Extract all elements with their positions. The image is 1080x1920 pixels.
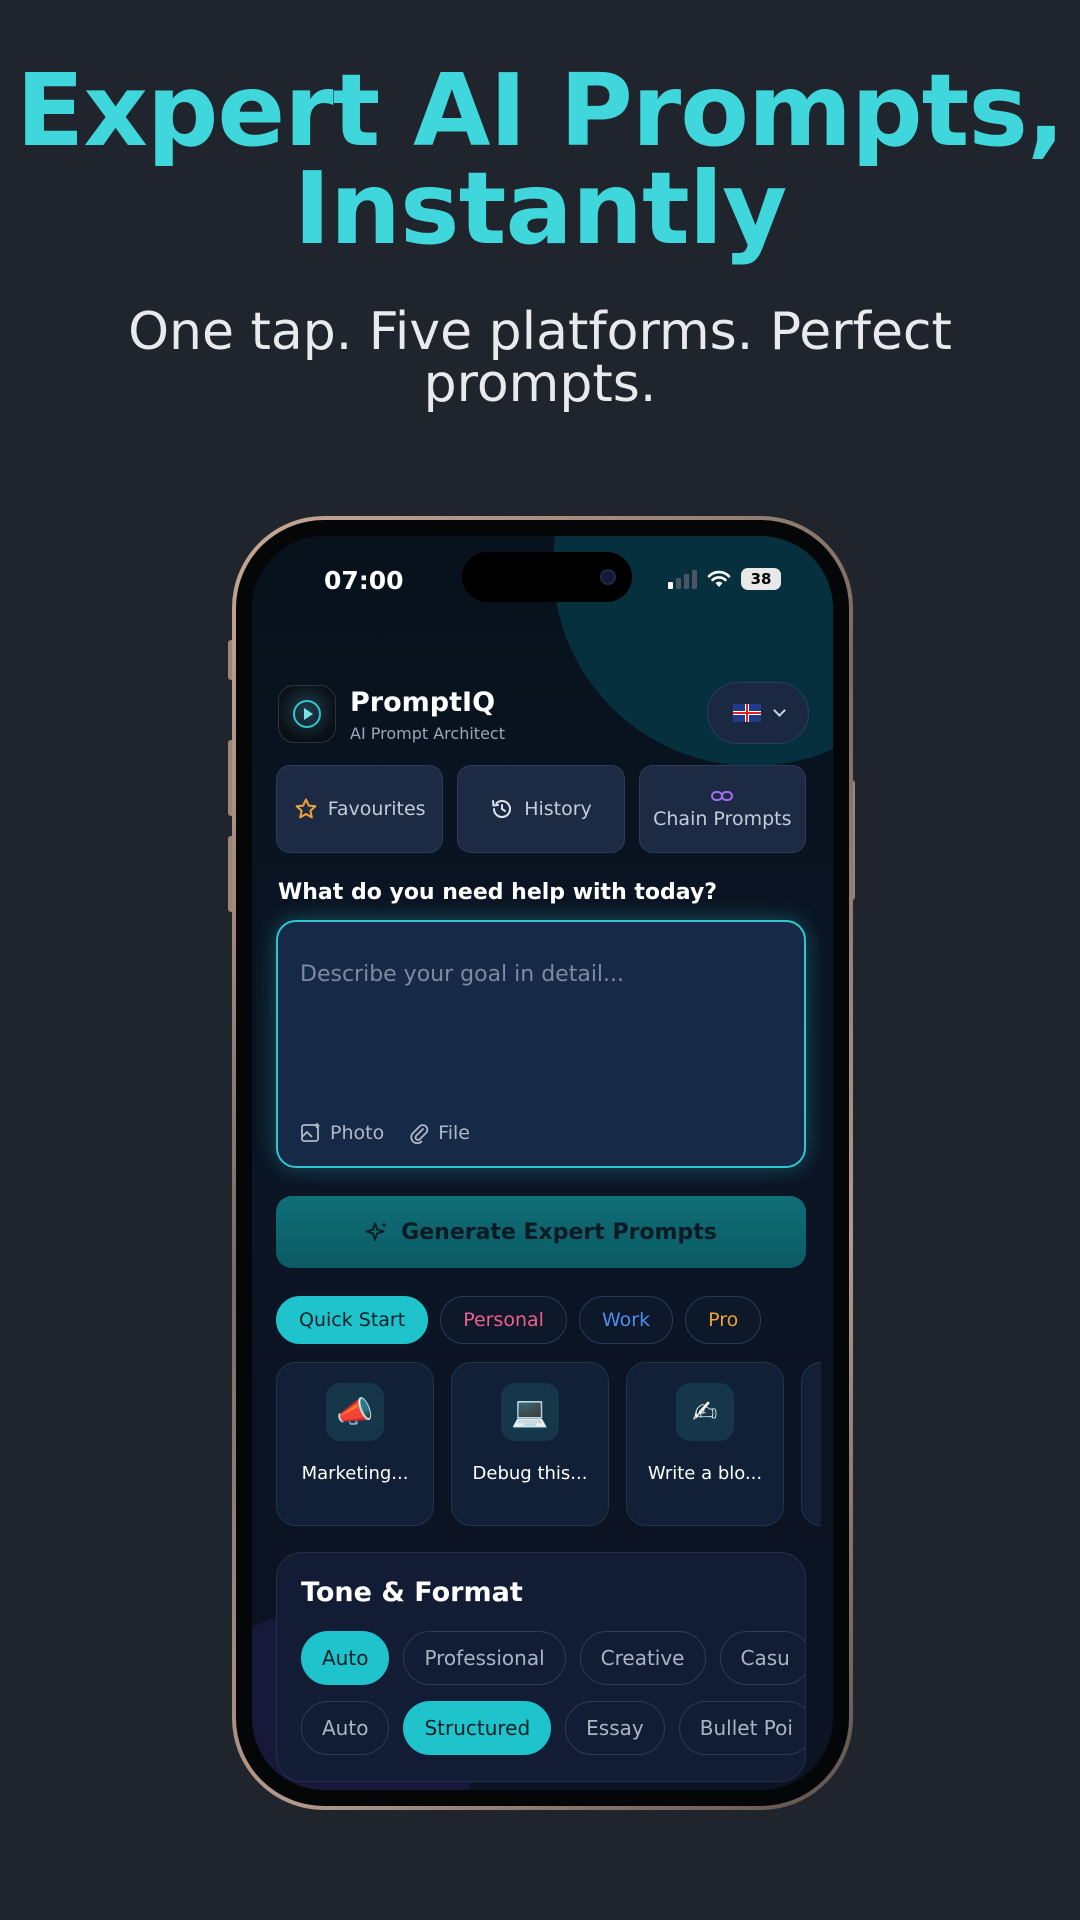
status-icons: 38 [668, 568, 781, 590]
template-card-marketing[interactable]: 📣 Marketing... [276, 1362, 434, 1526]
phone-screen: 07:00 38 PromptIQ AI Prompt Architect Fa… [252, 536, 833, 1790]
chip-personal[interactable]: Personal [440, 1296, 567, 1344]
chain-prompts-button[interactable]: Chain Prompts [638, 765, 806, 853]
quick-actions: Favourites History Chain Prompts [276, 765, 806, 853]
attach-photo-button[interactable]: Photo [300, 1122, 384, 1144]
goal-textarea[interactable]: Describe your goal in detail... Photo Fi… [276, 920, 806, 1168]
promo-subhead: One tap. Five platforms. Perfect prompts… [90, 306, 990, 410]
promo-subhead-line2: prompts. [423, 354, 657, 414]
generate-prompts-button[interactable]: Generate Expert Prompts [276, 1196, 806, 1268]
chain-prompts-label: Chain Prompts [653, 808, 792, 830]
image-add-icon [301, 1123, 320, 1142]
chip-quick-start[interactable]: Quick Start [276, 1296, 429, 1344]
link-icon [711, 791, 734, 801]
category-chips: Quick Start Personal Work Pro [276, 1296, 762, 1344]
format-auto[interactable]: Auto [301, 1701, 390, 1755]
language-selector[interactable] [707, 682, 809, 744]
star-icon [295, 798, 317, 819]
tone-options: Auto Professional Creative Casu [301, 1631, 805, 1685]
attach-file-label: File [438, 1122, 470, 1144]
promo-headline-line1: Expert AI Prompts, [16, 52, 1065, 169]
template-card-label: Debug this... [472, 1463, 588, 1484]
tone-casual[interactable]: Casu [719, 1631, 805, 1685]
history-label: History [524, 798, 592, 820]
camera-lens [600, 569, 616, 585]
tone-format-title: Tone & Format [301, 1577, 523, 1608]
favourites-button[interactable]: Favourites [276, 765, 444, 853]
attach-photo-label: Photo [330, 1122, 385, 1144]
dynamic-island [462, 552, 632, 602]
uk-flag-icon [732, 704, 761, 722]
template-card-label: Write a blo... [647, 1463, 763, 1484]
phone-bezel: 07:00 38 PromptIQ AI Prompt Architect Fa… [236, 520, 849, 1806]
status-time: 07:00 [324, 566, 404, 595]
promo-subhead-line1: One tap. Five platforms. Perfect [128, 302, 952, 362]
format-bullet-points[interactable]: Bullet Poi [678, 1701, 805, 1755]
tone-creative[interactable]: Creative [579, 1631, 706, 1685]
chip-work[interactable]: Work [578, 1296, 674, 1344]
writing-hand-icon: ✍ [676, 1383, 734, 1441]
template-cards: 📣 Marketing... 💻 Debug this... ✍ Write a… [276, 1362, 821, 1526]
help-question: What do you need help with today? [278, 880, 718, 905]
template-card-blog[interactable]: ✍ Write a blo... [626, 1362, 784, 1526]
chip-pro[interactable]: Pro [685, 1296, 762, 1344]
format-options: Auto Structured Essay Bullet Poi [301, 1701, 805, 1755]
sparkle-icon [365, 1222, 388, 1241]
megaphone-icon: 📣 [326, 1383, 384, 1441]
app-logo [278, 685, 336, 743]
attachment-row: Photo File [300, 1122, 470, 1144]
format-essay[interactable]: Essay [565, 1701, 665, 1755]
play-logo-icon [293, 700, 321, 728]
history-button[interactable]: History [457, 765, 625, 853]
tone-auto[interactable]: Auto [301, 1631, 390, 1685]
phone-frame: 07:00 38 PromptIQ AI Prompt Architect Fa… [232, 516, 853, 1810]
cellular-signal-icon [668, 569, 697, 589]
template-card-partial[interactable] [801, 1362, 821, 1526]
goal-placeholder: Describe your goal in detail... [300, 962, 625, 987]
promo-headline-line2: Instantly [293, 150, 788, 267]
paperclip-icon [410, 1124, 429, 1144]
battery-indicator: 38 [741, 568, 781, 590]
template-card-debug[interactable]: 💻 Debug this... [451, 1362, 609, 1526]
favourites-label: Favourites [327, 798, 426, 820]
format-structured[interactable]: Structured [403, 1701, 552, 1755]
app-tagline: AI Prompt Architect [350, 724, 505, 743]
wifi-icon [707, 570, 731, 587]
app-name: PromptIQ [350, 687, 496, 718]
tone-professional[interactable]: Professional [403, 1631, 566, 1685]
tone-format-panel: Tone & Format Auto Professional Creative… [276, 1552, 806, 1782]
chevron-down-icon [772, 704, 786, 717]
generate-prompts-label: Generate Expert Prompts [401, 1219, 717, 1245]
promo-headline: Expert AI Prompts, Instantly [0, 52, 1080, 267]
template-card-label: Marketing... [301, 1463, 409, 1484]
history-icon [492, 800, 512, 818]
laptop-icon: 💻 [501, 1383, 559, 1441]
attach-file-button[interactable]: File [408, 1122, 470, 1144]
